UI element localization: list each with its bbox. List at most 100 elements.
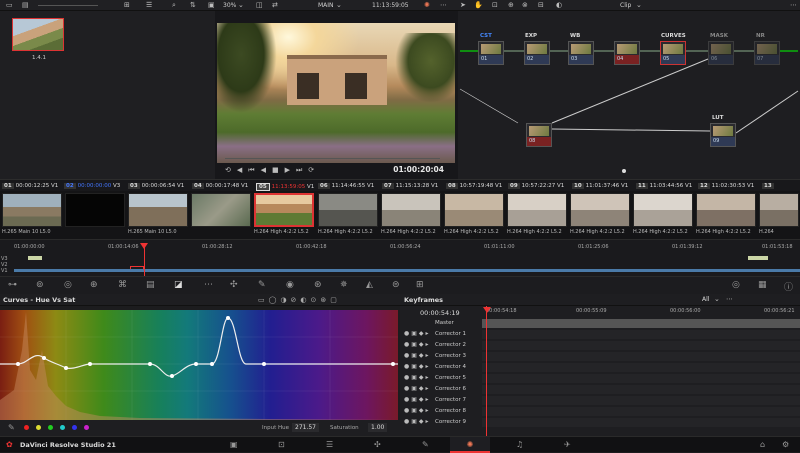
keyframe-row[interactable]: ●▣◆▸ Corrector 7: [400, 395, 800, 406]
green-swatch[interactable]: [48, 425, 53, 430]
zoom-level[interactable]: 30%: [223, 2, 236, 9]
keyframe-track[interactable]: [482, 341, 800, 350]
grid-view-icon[interactable]: ⊞: [124, 1, 130, 9]
play-icon[interactable]: ▶: [285, 166, 296, 174]
sizing-icon[interactable]: ⊞: [416, 280, 424, 290]
skip-forward-icon[interactable]: ⏭: [296, 166, 308, 174]
fx-icon[interactable]: ◎: [732, 280, 740, 290]
hand-icon[interactable]: ✋: [474, 1, 483, 9]
settings-icon[interactable]: ⚙: [782, 440, 789, 449]
primaries-icon[interactable]: ⊚: [36, 280, 44, 290]
scope-icon[interactable]: ▦: [758, 280, 767, 290]
viewer-scrubber[interactable]: [225, 158, 440, 159]
clip-header[interactable]: 10 11:01:37:46 V1: [572, 183, 628, 189]
keyframe-track[interactable]: [482, 330, 800, 339]
keyframe-row[interactable]: ●▣◆▸ Corrector 6: [400, 384, 800, 395]
clip-header[interactable]: 04 00:00:17:48 V1: [192, 183, 248, 189]
node-05[interactable]: 05: [660, 41, 686, 65]
clip-header[interactable]: 13: [762, 183, 776, 189]
clip-header[interactable]: 11 11:03:44:56 V1: [636, 183, 692, 189]
clip-header[interactable]: 06 11:14:46:55 V1: [318, 183, 374, 189]
curve-graph[interactable]: [0, 310, 398, 420]
clip-thumbnail[interactable]: [507, 193, 567, 227]
row-icons[interactable]: ●▣◆▸: [404, 374, 431, 381]
keyframe-track[interactable]: [482, 407, 800, 416]
yellow-swatch[interactable]: [36, 425, 41, 430]
clip-thumbnail[interactable]: [318, 193, 378, 227]
timeline-clip[interactable]: [748, 256, 768, 260]
eyedropper-icon[interactable]: ✎: [8, 423, 15, 432]
bypass-icon[interactable]: ⊟: [538, 1, 544, 9]
clip-header[interactable]: 01 00:00:12:25 V1: [2, 183, 58, 189]
clip-header-selected[interactable]: 05 11:13:59:05 V1: [256, 183, 314, 191]
clip-header[interactable]: 07 11:15:13:28 V1: [382, 183, 438, 189]
node-07[interactable]: 07: [754, 41, 780, 65]
cyan-swatch[interactable]: [60, 425, 65, 430]
clip-thumbnail[interactable]: [191, 193, 251, 227]
more-icon[interactable]: ⋯: [726, 295, 733, 303]
curve-point[interactable]: [194, 362, 198, 366]
row-icons[interactable]: ●▣◆▸: [404, 330, 431, 337]
layout-icon[interactable]: ▭: [6, 1, 13, 9]
panel-mode[interactable]: Clip: [620, 2, 631, 9]
tracker-icon[interactable]: ⊛: [314, 280, 322, 290]
color-wheel-icon[interactable]: ✺: [424, 1, 430, 9]
more-icon[interactable]: ⋯: [790, 1, 797, 9]
node-icon[interactable]: ⊡: [492, 1, 498, 9]
node-08[interactable]: 08: [526, 123, 552, 147]
red-swatch[interactable]: [24, 425, 29, 430]
keyframe-row[interactable]: ●▣◆▸ Corrector 2: [400, 340, 800, 351]
mini-timeline[interactable]: 01:00:00:00 01:00:14:06 01:00:28:12 01:0…: [0, 239, 800, 277]
chevron-down-icon[interactable]: ⌄: [238, 1, 244, 9]
clip-header[interactable]: 03 00:00:06:54 V1: [128, 183, 184, 189]
row-icons[interactable]: ●▣◆▸: [404, 341, 431, 348]
loop-icon[interactable]: ⟲: [225, 166, 237, 174]
eyedropper-icon[interactable]: ✎: [258, 280, 266, 290]
key-icon[interactable]: ⊜: [392, 280, 400, 290]
sat-curve[interactable]: [0, 317, 398, 377]
chevron-down-icon[interactable]: ⌄: [714, 295, 720, 303]
curve-point[interactable]: [16, 362, 20, 366]
fairlight-plugin-icon[interactable]: ✎: [422, 440, 429, 449]
node-03[interactable]: 03: [568, 41, 594, 65]
home-icon[interactable]: ⌂: [760, 440, 765, 449]
chevron-down-icon[interactable]: ⌄: [636, 1, 642, 9]
reverse-icon[interactable]: ◀: [261, 166, 272, 174]
clip-header[interactable]: 09 10:57:22:27 V1: [508, 183, 564, 189]
deliver-page-icon[interactable]: ✈: [564, 440, 571, 449]
node-06[interactable]: 06: [708, 41, 734, 65]
skip-back-icon[interactable]: ⏮: [248, 166, 260, 174]
blur-icon[interactable]: ◭: [366, 280, 373, 290]
list-view-icon[interactable]: ☰: [146, 1, 152, 9]
curves-icon[interactable]: ▤: [146, 280, 155, 290]
search-icon[interactable]: ⌕: [172, 1, 176, 10]
clip-thumbnail[interactable]: [759, 193, 799, 227]
clip-thumbnail[interactable]: [570, 193, 630, 227]
row-icons[interactable]: ●▣◆▸: [404, 396, 431, 403]
curve-point[interactable]: [391, 362, 395, 366]
curves-active-icon[interactable]: ◪: [174, 280, 183, 290]
rgb-mixer-icon[interactable]: ◎: [64, 280, 72, 290]
keyframe-track[interactable]: [482, 319, 800, 328]
pointer-icon[interactable]: ➤: [460, 1, 466, 9]
repeat-icon[interactable]: ⟳: [308, 166, 320, 174]
node-09[interactable]: 09: [710, 123, 736, 147]
clip-header[interactable]: 12 11:02:30:53 V1: [698, 183, 754, 189]
playhead[interactable]: [140, 243, 148, 277]
volume-icon[interactable]: ◀: [237, 166, 248, 174]
fairlight-page-icon[interactable]: ♫: [516, 440, 523, 449]
color-warper-icon[interactable]: ⊶: [8, 280, 17, 290]
link-icon[interactable]: ⊕: [508, 1, 514, 9]
gallery-still[interactable]: [12, 18, 64, 51]
keyframe-row[interactable]: ●▣◆▸ Corrector 8: [400, 406, 800, 417]
node-04[interactable]: 04: [614, 41, 640, 65]
qualifier-icon[interactable]: ✣: [230, 280, 238, 290]
clip-thumbnail[interactable]: [128, 193, 188, 227]
fusion-page-icon[interactable]: ✣: [374, 440, 381, 449]
clip-header[interactable]: 02 00:00:00:00 V3: [64, 183, 120, 189]
input-hue-field[interactable]: 271.57: [292, 423, 319, 432]
motion-effects-icon[interactable]: ⌘: [118, 280, 127, 290]
video-track-v1[interactable]: [14, 269, 800, 272]
keyframe-filter[interactable]: All: [702, 296, 709, 303]
keyframe-row[interactable]: ●▣◆▸ Corrector 9: [400, 417, 800, 428]
